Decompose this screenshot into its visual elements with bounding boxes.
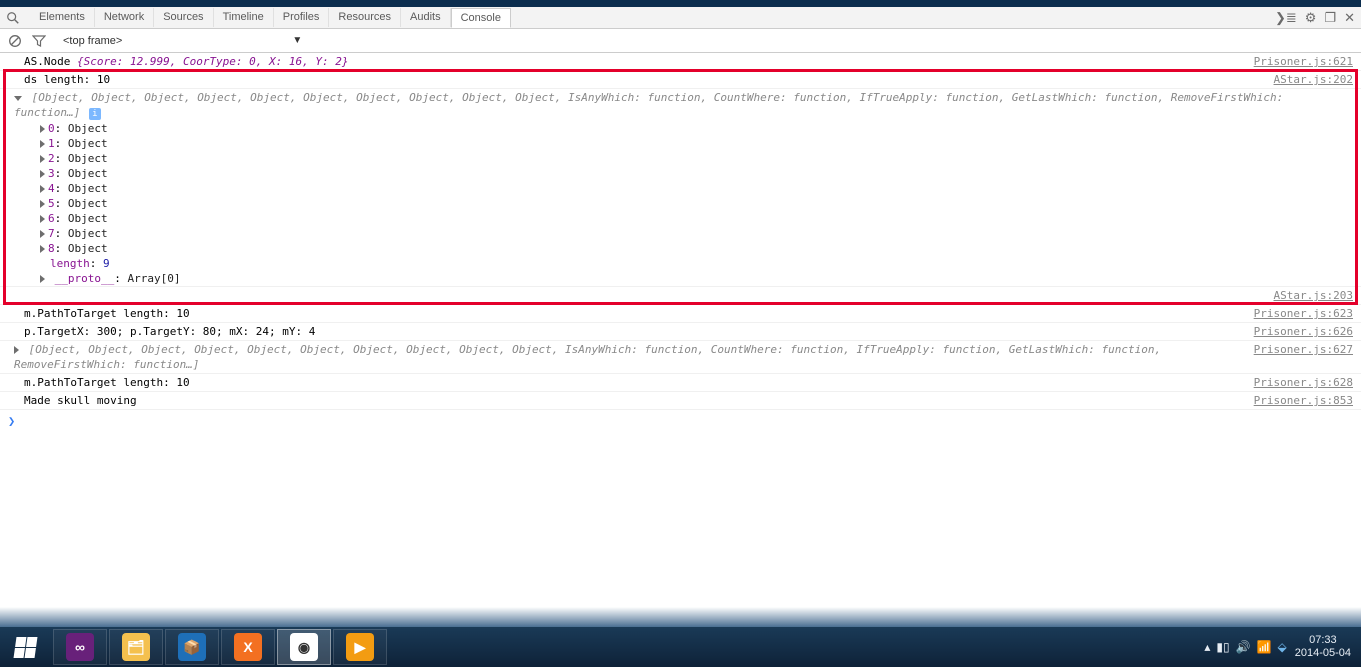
taskbar-app-chrome[interactable]: ◉ <box>277 629 331 665</box>
chevron-right-icon[interactable] <box>40 170 45 178</box>
tab-timeline[interactable]: Timeline <box>214 8 274 27</box>
windows-taskbar: ∞ 🗂 📦 X ◉ ▶ ▴ ▮▯ 🔊 📶 ⬙ 07:33 2014-05-04 <box>0 627 1361 667</box>
source-link[interactable]: Prisoner.js:628 <box>1244 375 1353 390</box>
array-summary[interactable]: [Object, Object, Object, Object, Object,… <box>14 342 1244 372</box>
console-body: AS.Node {Score: 12.999, CoorType: 0, X: … <box>0 53 1361 432</box>
log-row: [Object, Object, Object, Object, Object,… <box>0 341 1361 374</box>
dock-icon[interactable]: ❐ <box>1324 10 1336 26</box>
frame-selector-label: <top frame> <box>63 35 122 47</box>
log-message: AS.Node {Score: 12.999, CoorType: 0, X: … <box>24 54 1244 69</box>
chevron-right-icon[interactable] <box>14 346 19 354</box>
log-row: ds length: 10 AStar.js:202 <box>0 71 1361 89</box>
chevron-down-icon: ▼ <box>292 35 302 46</box>
clear-console-icon[interactable] <box>8 34 22 48</box>
chevron-right-icon[interactable] <box>40 185 45 193</box>
chevron-right-icon[interactable] <box>40 200 45 208</box>
frame-selector[interactable]: <top frame> ▼ <box>56 32 309 50</box>
array-summary[interactable]: [Object, Object, Object, Object, Object,… <box>14 90 1353 120</box>
array-index-prop[interactable]: 5: Object <box>0 196 1361 211</box>
log-row: p.TargetX: 300; p.TargetY: 80; mX: 24; m… <box>0 323 1361 341</box>
tray-icons: ▴ ▮▯ 🔊 📶 ⬙ <box>1204 640 1286 654</box>
source-link[interactable]: Prisoner.js:621 <box>1244 54 1353 69</box>
close-icon[interactable]: ✕ <box>1344 10 1355 26</box>
array-length-prop: length: 9 <box>0 256 1361 271</box>
tabs-container: ElementsNetworkSourcesTimelineProfilesRe… <box>30 8 511 27</box>
console-prompt[interactable]: ❯ <box>0 410 1361 432</box>
array-index-prop[interactable]: 0: Object <box>0 121 1361 136</box>
window-top-strip <box>0 0 1361 7</box>
log-message: m.PathToTarget length: 10 <box>24 306 1244 321</box>
log-row: AS.Node {Score: 12.999, CoorType: 0, X: … <box>0 53 1361 71</box>
log-message: m.PathToTarget length: 10 <box>24 375 1244 390</box>
log-row: m.PathToTarget length: 10 Prisoner.js:62… <box>0 374 1361 392</box>
clock-date: 2014-05-04 <box>1295 647 1351 660</box>
devtools-tabbar: ElementsNetworkSourcesTimelineProfilesRe… <box>0 7 1361 29</box>
array-index-prop[interactable]: 1: Object <box>0 136 1361 151</box>
tray-chevron-up-icon[interactable]: ▴ <box>1204 640 1210 654</box>
taskbar-clock[interactable]: 07:33 2014-05-04 <box>1295 634 1351 660</box>
tab-elements[interactable]: Elements <box>30 8 95 27</box>
network-icon[interactable]: 📶 <box>1257 640 1272 654</box>
battery-icon[interactable]: ▮▯ <box>1216 640 1229 654</box>
source-link[interactable]: AStar.js:203 <box>1264 288 1353 303</box>
tab-console[interactable]: Console <box>451 8 511 28</box>
source-link[interactable]: Prisoner.js:626 <box>1244 324 1353 339</box>
array-index-prop[interactable]: 4: Object <box>0 181 1361 196</box>
array-index-prop[interactable]: 8: Object <box>0 241 1361 256</box>
tab-profiles[interactable]: Profiles <box>274 8 330 27</box>
gear-icon[interactable]: ⚙ <box>1305 10 1317 26</box>
chevron-right-icon[interactable] <box>40 155 45 163</box>
log-object: {Score: 12.999, CoorType: 0, X: 16, Y: 2… <box>77 55 349 68</box>
chevron-right-icon[interactable] <box>40 230 45 238</box>
source-link[interactable]: Prisoner.js:623 <box>1244 306 1353 321</box>
array-index-prop[interactable]: 3: Object <box>0 166 1361 181</box>
log-message: p.TargetX: 300; p.TargetY: 80; mX: 24; m… <box>24 324 1244 339</box>
tab-network[interactable]: Network <box>95 8 154 27</box>
volume-icon[interactable]: 🔊 <box>1236 640 1251 654</box>
dropbox-icon[interactable]: ⬙ <box>1277 640 1286 654</box>
log-message: ds length: 10 <box>24 72 1264 87</box>
log-message: Made skull moving <box>24 393 1244 408</box>
chevron-down-icon[interactable] <box>14 96 22 101</box>
log-row: m.PathToTarget length: 10 Prisoner.js:62… <box>0 305 1361 323</box>
desktop-background-sliver <box>0 607 1361 627</box>
source-link[interactable]: Prisoner.js:627 <box>1244 342 1353 357</box>
source-link[interactable]: Prisoner.js:853 <box>1244 393 1353 408</box>
tab-audits[interactable]: Audits <box>401 8 451 27</box>
chevron-right-icon[interactable] <box>40 125 45 133</box>
array-proto-prop[interactable]: __proto__: Array[0] <box>0 271 1361 286</box>
array-items: 0: Object1: Object2: Object3: Object4: O… <box>0 121 1361 256</box>
taskbar-app-explorer[interactable]: 🗂 <box>109 629 163 665</box>
start-button[interactable] <box>4 631 46 663</box>
array-index-prop[interactable]: 2: Object <box>0 151 1361 166</box>
chevron-right-icon[interactable] <box>40 275 45 283</box>
drawer-icon[interactable]: ❯≣ <box>1275 10 1297 26</box>
windows-logo-icon <box>13 637 37 658</box>
chevron-right-icon[interactable] <box>40 140 45 148</box>
taskbar-app-xampp[interactable]: X <box>221 629 275 665</box>
taskbar-app-visualstudio[interactable]: ∞ <box>53 629 107 665</box>
source-link[interactable]: AStar.js:202 <box>1264 72 1353 87</box>
log-row: AStar.js:203 <box>0 286 1361 305</box>
array-index-prop[interactable]: 7: Object <box>0 226 1361 241</box>
search-icon[interactable] <box>6 11 20 25</box>
clock-time: 07:33 <box>1295 634 1351 647</box>
tab-resources[interactable]: Resources <box>329 8 401 27</box>
expanded-array-row: [Object, Object, Object, Object, Object,… <box>0 89 1361 121</box>
tab-sources[interactable]: Sources <box>154 8 213 27</box>
taskbar-app-mediaplayer[interactable]: ▶ <box>333 629 387 665</box>
console-toolbar: <top frame> ▼ <box>0 29 1361 53</box>
devtools-right-icons: ❯≣ ⚙ ❐ ✕ <box>1275 10 1355 26</box>
system-tray: ▴ ▮▯ 🔊 📶 ⬙ 07:33 2014-05-04 <box>1204 634 1357 660</box>
info-badge-icon: i <box>89 108 101 120</box>
log-row: Made skull moving Prisoner.js:853 <box>0 392 1361 410</box>
array-index-prop[interactable]: 6: Object <box>0 211 1361 226</box>
filter-icon[interactable] <box>32 34 46 48</box>
chevron-right-icon[interactable] <box>40 245 45 253</box>
log-prefix: AS.Node <box>24 55 77 68</box>
taskbar-app-virtualbox[interactable]: 📦 <box>165 629 219 665</box>
chevron-right-icon[interactable] <box>40 215 45 223</box>
